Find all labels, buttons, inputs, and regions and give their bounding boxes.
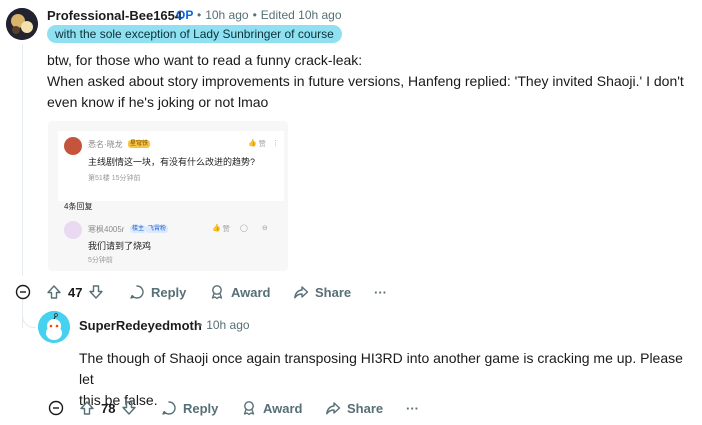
embedded-image[interactable]: 悉名·晓龙 星穹铁 👍 赞 ⋮ 主线剧情这一块，有没有什么改进的趋势? 第51楼… — [48, 121, 288, 271]
award-icon — [211, 285, 223, 300]
collapse-button[interactable] — [47, 399, 65, 417]
upvote-arrow-icon — [80, 401, 94, 415]
reply-label: Reply — [183, 400, 219, 416]
embed-like: 👍 赞 — [248, 139, 266, 149]
embed-reply-text: 我们请到了烧鸡 — [88, 241, 152, 251]
vote-count: 78 — [101, 400, 116, 416]
reply-bubble-icon — [162, 401, 176, 415]
collapse-button[interactable] — [14, 283, 32, 301]
embed-reply-more-icon: ⊖ — [262, 225, 268, 232]
thumb-up-icon: 👍 — [248, 140, 257, 147]
comment-author[interactable]: SuperRedeyedmoth — [79, 318, 202, 333]
reply-button[interactable]: Reply — [161, 399, 218, 417]
avatar[interactable] — [38, 311, 70, 343]
award-icon — [243, 401, 255, 416]
share-arrow-icon — [294, 286, 309, 299]
collapse-icon — [15, 284, 31, 300]
more-options-button[interactable]: ··· — [374, 283, 387, 301]
award-label: Award — [231, 284, 271, 300]
edited-label: Edited 10h ago — [260, 8, 342, 22]
reply-bubble-icon — [130, 285, 144, 299]
share-button[interactable]: Share — [325, 399, 383, 417]
comment-paragraph: btw, for those who want to read a funny … — [47, 52, 363, 68]
thread-curve — [22, 300, 36, 328]
share-label: Share — [315, 284, 352, 300]
downvote-arrow-icon — [89, 285, 104, 299]
comment-body: btw, for those who want to read a funny … — [47, 50, 697, 113]
embed-question-text: 主线剧情这一块，有没有什么改进的趋势? — [88, 157, 256, 167]
downvote-arrow-icon — [122, 401, 137, 415]
share-arrow-icon — [326, 402, 341, 415]
comment-time[interactable]: 10h ago — [205, 8, 248, 22]
embed-reply-avatar — [64, 221, 82, 239]
comment-meta: • 10h ago — [198, 318, 250, 332]
more-options-icon: ··· — [406, 400, 419, 416]
downvote-button[interactable] — [121, 400, 137, 416]
award-button[interactable]: Award — [209, 283, 271, 301]
award-button[interactable]: Award — [241, 399, 303, 417]
embed-reply-badge: 楼主 — [130, 225, 147, 233]
embed-username: 悉名·晓龙 — [88, 140, 123, 149]
op-badge: OP — [176, 8, 194, 22]
comment-meta: • 10h ago • Edited 10h ago — [197, 8, 342, 22]
reply-button[interactable]: Reply — [129, 283, 186, 301]
comment-author[interactable]: Professional-Bee1654 — [47, 8, 182, 23]
meta-dot: • — [252, 8, 257, 22]
avatar[interactable] — [6, 8, 38, 40]
comment-time[interactable]: 10h ago — [206, 318, 249, 332]
vote-count: 47 — [68, 284, 83, 300]
embed-like-label: 赞 — [258, 141, 266, 148]
meta-dot: • — [198, 318, 203, 332]
more-options-button[interactable]: ··· — [406, 399, 419, 417]
award-label: Award — [263, 400, 303, 416]
comment-paragraph: even know if he's joking or not lmao — [47, 94, 269, 110]
meta-dot: • — [197, 8, 202, 22]
embed-badge: 星穹铁 — [128, 140, 151, 148]
embed-more-icon: ⋮ — [272, 140, 279, 147]
downvote-button[interactable] — [88, 284, 104, 300]
share-label: Share — [347, 400, 384, 416]
embed-reply-comment-icon: ◯ — [240, 225, 248, 232]
embed-question-card: 悉名·晓龙 星穹铁 👍 赞 ⋮ 主线剧情这一块，有没有什么改进的趋势? 第51楼… — [58, 131, 284, 201]
more-options-icon: ··· — [374, 284, 387, 300]
share-button[interactable]: Share — [293, 283, 351, 301]
user-flair: with the sole exception of Lady Sunbring… — [47, 25, 342, 43]
upvote-button[interactable] — [46, 284, 62, 300]
vote-group: 47 — [46, 283, 104, 301]
reply-label: Reply — [151, 284, 187, 300]
embed-avatar — [64, 137, 82, 155]
upvote-arrow-icon — [47, 285, 61, 299]
embed-question-meta: 第51楼 15分钟前 — [88, 175, 141, 182]
thread-line-main — [22, 44, 23, 276]
embed-reply-like: 👍 赞 — [212, 224, 230, 234]
embed-reply-meta: 5分钟前 — [88, 257, 113, 264]
embed-reply-badge: 飞霄粉 — [146, 225, 169, 233]
comment-paragraph: The though of Shaoji once again transpos… — [79, 350, 683, 387]
vote-group: 78 — [79, 399, 137, 417]
thumb-up-icon: 👍 — [212, 225, 221, 232]
embed-reply-like-label: 赞 — [222, 226, 230, 233]
upvote-button[interactable] — [79, 400, 95, 416]
collapse-icon — [48, 400, 64, 416]
comment-paragraph: When asked about story improvements in f… — [47, 73, 684, 89]
embed-reply-count: 4条回复 — [64, 202, 93, 211]
embed-reply-username: 寒枫4005r — [88, 225, 125, 234]
